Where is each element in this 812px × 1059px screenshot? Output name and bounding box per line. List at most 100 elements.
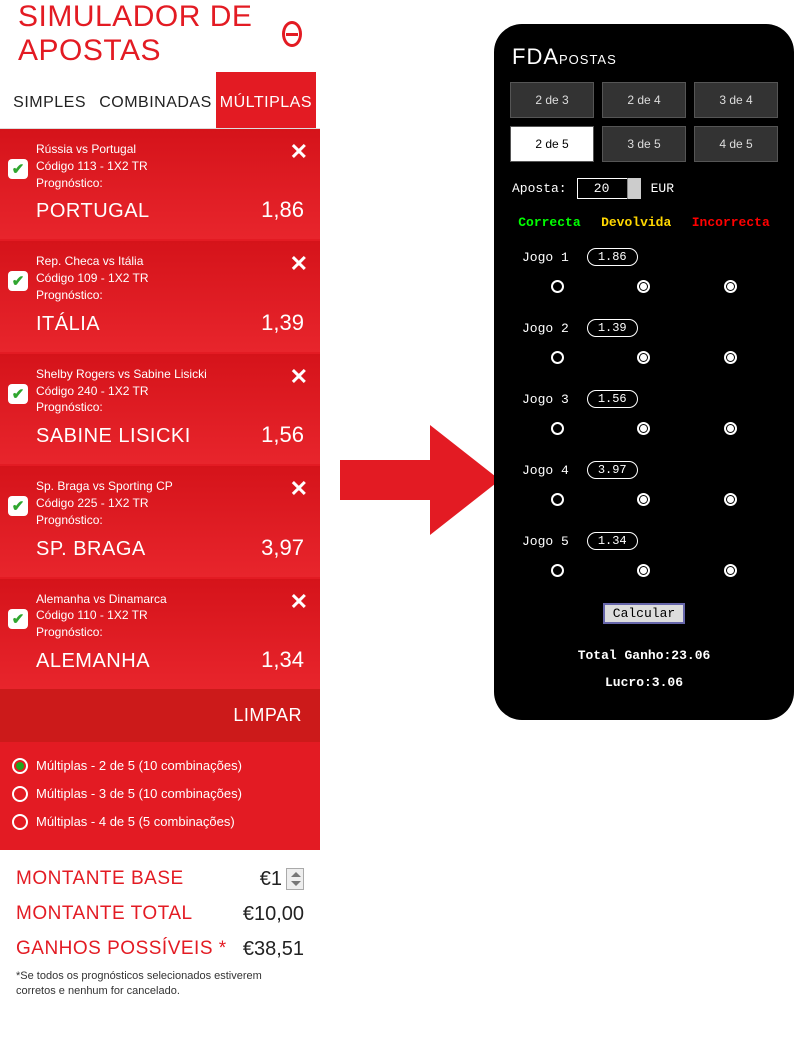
header-devolvida: Devolvida <box>601 215 671 230</box>
pick-odd: 1,56 <box>261 422 304 448</box>
outcome-radio[interactable] <box>551 280 564 293</box>
pick-selection: SABINE LISICKI <box>36 425 191 448</box>
combo-button[interactable]: 2 de 4 <box>602 82 686 118</box>
outcome-radio[interactable] <box>637 280 650 293</box>
game-odd[interactable]: 1.86 <box>587 248 638 266</box>
close-icon[interactable]: ✕ <box>290 589 308 615</box>
pick-match: Rep. Checa vs Itália <box>36 253 304 270</box>
multiples-options: Múltiplas - 2 de 5 (10 combinações) Múlti… <box>0 742 320 850</box>
pick-odd: 1,86 <box>261 197 304 223</box>
ganhos-label: GANHOS POSSÍVEIS * <box>16 938 227 960</box>
close-icon[interactable]: ✕ <box>290 364 308 390</box>
outcome-radio-group <box>514 558 774 595</box>
multiple-option-label: Múltiplas - 2 de 5 (10 combinações) <box>36 758 242 773</box>
pick-odd: 3,97 <box>261 535 304 561</box>
games-list: Jogo 11.86Jogo 21.39Jogo 31.56Jogo 43.97… <box>508 240 780 595</box>
pick-code: Código 225 - 1X2 TR <box>36 495 304 512</box>
combo-button[interactable]: 2 de 3 <box>510 82 594 118</box>
combo-button[interactable]: 4 de 5 <box>694 126 778 162</box>
combo-button[interactable]: 2 de 5 <box>510 126 594 162</box>
outcome-radio[interactable] <box>724 493 737 506</box>
arrow-icon <box>340 420 500 540</box>
stepper-icon[interactable] <box>286 868 304 890</box>
outcome-radio[interactable] <box>637 351 650 364</box>
checkmark-icon[interactable]: ✔ <box>8 159 28 179</box>
pick-match: Rússia vs Portugal <box>36 141 304 158</box>
pick-item: ✔✕Shelby Rogers vs Sabine LisickiCódigo … <box>0 354 320 464</box>
close-icon[interactable]: ✕ <box>290 139 308 165</box>
checkmark-icon[interactable]: ✔ <box>8 384 28 404</box>
close-icon[interactable]: ✕ <box>290 251 308 277</box>
total-ganho: Total Ganho:23.06 <box>508 642 780 669</box>
calculator-panel: FDAPOSTAS 2 de 32 de 43 de 4 2 de 53 de 5… <box>494 24 794 720</box>
pick-selection: ITÁLIA <box>36 313 100 336</box>
multiple-option[interactable]: Múltiplas - 4 de 5 (5 combinações) <box>12 808 308 836</box>
pick-code: Código 113 - 1X2 TR <box>36 158 304 175</box>
game-label: Jogo 5 <box>522 534 569 549</box>
stepper-icon[interactable] <box>627 178 641 199</box>
outcome-radio[interactable] <box>637 422 650 435</box>
outcome-radio[interactable] <box>551 422 564 435</box>
outcome-radio-group <box>514 274 774 311</box>
outcome-headers: Correcta Devolvida Incorrecta <box>508 213 780 240</box>
outcome-radio[interactable] <box>724 564 737 577</box>
game-odd[interactable]: 1.39 <box>587 319 638 337</box>
pick-match: Alemanha vs Dinamarca <box>36 591 304 608</box>
outcome-radio[interactable] <box>551 564 564 577</box>
outcome-radio[interactable] <box>551 493 564 506</box>
pick-selection: ALEMANHA <box>36 650 150 673</box>
pick-item: ✔✕Alemanha vs DinamarcaCódigo 110 - 1X2 … <box>0 579 320 689</box>
totals-section: MONTANTE BASE €1 MONTANTE TOTAL €10,00 G… <box>0 850 320 1019</box>
combo-button[interactable]: 3 de 4 <box>694 82 778 118</box>
checkmark-icon[interactable]: ✔ <box>8 609 28 629</box>
pick-selection: SP. BRAGA <box>36 538 146 561</box>
radio-icon[interactable] <box>12 814 28 830</box>
tab-combinadas[interactable]: COMBINADAS <box>95 72 216 128</box>
bet-type-tabs: SIMPLES COMBINADAS MÚLTIPLAS <box>0 72 320 129</box>
logo-text-a: FDA <box>512 44 559 69</box>
game-odd[interactable]: 1.34 <box>587 532 638 550</box>
multiple-option[interactable]: Múltiplas - 3 de 5 (10 combinações) <box>12 780 308 808</box>
logo-text-b: POSTAS <box>559 52 617 67</box>
clear-row: LIMPAR <box>0 689 320 742</box>
outcome-radio[interactable] <box>637 493 650 506</box>
collapse-icon[interactable] <box>282 21 302 47</box>
pick-selection: PORTUGAL <box>36 200 150 223</box>
montante-total-label: MONTANTE TOTAL <box>16 903 193 925</box>
game-row: Jogo 3 1.56 <box>508 382 780 453</box>
montante-total-value: €10,00 <box>243 903 304 926</box>
simulator-title: SIMULADOR DE APOSTAS <box>18 0 282 68</box>
pick-prog: Prognóstico: <box>36 175 304 192</box>
pick-prog: Prognóstico: <box>36 287 304 304</box>
multiple-option[interactable]: Múltiplas - 2 de 5 (10 combinações) <box>12 752 308 780</box>
close-icon[interactable]: ✕ <box>290 476 308 502</box>
stake-currency: EUR <box>651 181 674 196</box>
checkmark-icon[interactable]: ✔ <box>8 496 28 516</box>
fda-logo: FDAPOSTAS <box>508 38 780 82</box>
multiple-option-label: Múltiplas - 4 de 5 (5 combinações) <box>36 814 235 829</box>
outcome-radio[interactable] <box>724 422 737 435</box>
outcome-radio[interactable] <box>551 351 564 364</box>
ganhos-value: €38,51 <box>243 938 304 961</box>
checkmark-icon[interactable]: ✔ <box>8 271 28 291</box>
outcome-radio[interactable] <box>724 280 737 293</box>
game-label: Jogo 3 <box>522 392 569 407</box>
combo-grid: 2 de 32 de 43 de 4 2 de 53 de 54 de 5 <box>508 82 780 172</box>
game-row: Jogo 21.39 <box>508 311 780 382</box>
game-odd[interactable]: 1.56 <box>587 390 638 408</box>
tab-simples[interactable]: SIMPLES <box>4 72 95 128</box>
clear-button[interactable]: LIMPAR <box>233 705 302 725</box>
game-row: Jogo 5 1.34 <box>508 524 780 595</box>
calculate-button[interactable]: Calcular <box>603 603 685 624</box>
outcome-radio[interactable] <box>637 564 650 577</box>
outcome-radio[interactable] <box>724 351 737 364</box>
radio-icon[interactable] <box>12 786 28 802</box>
game-odd[interactable]: 3.97 <box>587 461 638 479</box>
picks-list: ✔✕Rússia vs PortugalCódigo 113 - 1X2 TRP… <box>0 129 320 689</box>
outcome-radio-group <box>514 345 774 382</box>
combo-button[interactable]: 3 de 5 <box>602 126 686 162</box>
radio-icon[interactable] <box>12 758 28 774</box>
pick-match: Sp. Braga vs Sporting CP <box>36 478 304 495</box>
footnote: *Se todos os prognósticos selecionados e… <box>16 967 304 1007</box>
tab-multiplas[interactable]: MÚLTIPLAS <box>216 72 316 128</box>
